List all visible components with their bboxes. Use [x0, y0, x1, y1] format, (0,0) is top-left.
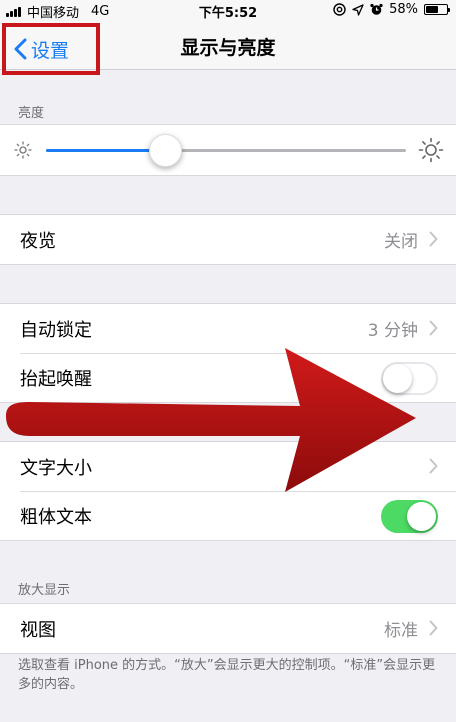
switch-knob [383, 364, 412, 393]
text-size-label: 文字大小 [20, 457, 92, 479]
brightness-group [0, 124, 456, 176]
text-group: 文字大小 粗体文本 [0, 441, 456, 541]
brightness-slider-row [0, 125, 456, 175]
zoom-footer-note: 选取查看 iPhone 的方式。“放大”会显示更大的控制项。“标准”会显示更多的… [18, 658, 436, 692]
alarm-icon [370, 3, 383, 15]
night-shift-group: 夜览 关闭 [0, 214, 456, 265]
raise-to-wake-switch[interactable] [381, 362, 438, 395]
zoom-group: 视图 标准 [0, 603, 456, 654]
status-right: 58% [333, 2, 450, 17]
zoom-header: 放大显示 [18, 583, 71, 598]
raise-to-wake-label: 抬起唤醒 [20, 368, 92, 390]
status-bar: 中国移动 4G 下午5:52 58% [0, 0, 456, 21]
bold-text-label: 粗体文本 [20, 506, 92, 528]
view-value: 标准 [384, 621, 418, 641]
brightness-slider[interactable] [46, 134, 406, 167]
night-shift-row[interactable]: 夜览 关闭 [0, 215, 456, 264]
raise-to-wake-row: 抬起唤醒 [0, 353, 456, 402]
brightness-header: 亮度 [18, 106, 45, 121]
auto-lock-label: 自动锁定 [20, 319, 92, 341]
night-shift-value: 关闭 [384, 232, 418, 252]
text-size-row[interactable]: 文字大小 [0, 442, 456, 491]
switch-knob [407, 502, 436, 531]
page-title: 显示与亮度 [180, 37, 276, 59]
night-shift-label: 夜览 [20, 230, 56, 252]
bold-text-switch[interactable] [381, 500, 438, 533]
auto-lock-row[interactable]: 自动锁定 3 分钟 [0, 304, 456, 353]
battery-icon [424, 4, 450, 15]
location-icon [352, 3, 364, 16]
chevron-right-icon [429, 458, 438, 474]
view-label: 视图 [20, 619, 56, 641]
sun-small-icon [14, 141, 32, 159]
navigation-bar: 设置 显示与亮度 [0, 20, 456, 75]
auto-lock-value: 3 分钟 [367, 321, 418, 341]
lock-group: 自动锁定 3 分钟 抬起唤醒 [0, 303, 456, 403]
brightness-slider-thumb[interactable] [148, 134, 182, 167]
brightness-slider-fill [46, 149, 165, 152]
bold-text-row: 粗体文本 [0, 491, 456, 540]
chevron-right-icon [429, 320, 438, 336]
chevron-right-icon [429, 620, 438, 636]
chevron-right-icon [429, 231, 438, 247]
battery-percent: 58% [389, 2, 418, 17]
sun-large-icon [418, 137, 444, 163]
at-icon [333, 3, 346, 16]
view-row[interactable]: 视图 标准 [0, 604, 456, 653]
